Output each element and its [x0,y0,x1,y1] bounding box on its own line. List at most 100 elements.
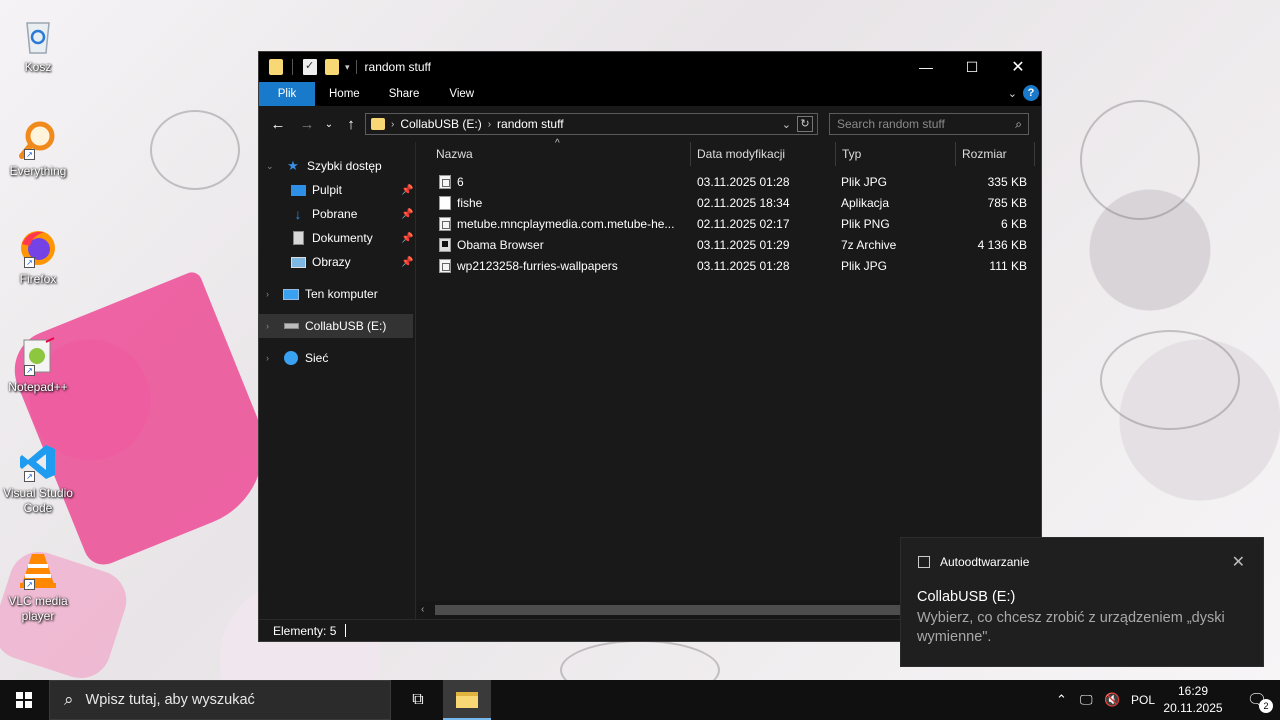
file-modified: 03.11.2025 01:28 [697,259,790,273]
quick-access-dropdown-icon[interactable]: ▾ [345,62,350,73]
desktop-icon-vlc[interactable]: ↗ VLC media player [2,548,74,624]
clock[interactable]: 16:29 20.11.2025 [1160,683,1226,717]
column-header-name[interactable]: Nazwa [430,142,690,166]
pin-icon: 📌 [401,256,414,268]
properties-icon[interactable]: ✓ [303,59,317,75]
status-divider [345,624,347,637]
volume-muted-icon[interactable]: 🔇 [1104,680,1120,720]
tree-item-this-pc[interactable]: › Ten komputer [259,282,415,306]
tree-item-label: CollabUSB (E:) [305,319,387,333]
column-header-size[interactable]: Rozmiar [956,142,1034,166]
folder-icon [371,118,385,130]
file-type: Aplikacja [841,196,890,210]
file-row[interactable]: 6 03.11.2025 01:28 Plik JPG 335 KB [417,172,1041,193]
tree-item-quick-access[interactable]: ⌄ ★ Szybki dostęp [259,154,415,178]
column-header-type[interactable]: Typ [836,142,954,166]
address-dropdown-chevron-icon[interactable]: ⌄ [782,118,791,131]
star-icon: ★ [287,158,299,173]
refresh-icon[interactable]: ↻ [797,116,813,132]
tree-item-pobrane[interactable]: ↓ Pobrane 📌 [259,202,415,226]
file-row[interactable]: Obama Browser 03.11.2025 01:29 7z Archiv… [417,235,1041,256]
taskbar-file-explorer[interactable] [443,680,491,720]
file-type: Plik JPG [841,175,888,189]
taskbar-search-box[interactable]: ⌕ Wpisz tutaj, aby wyszukać [49,680,391,720]
column-divider[interactable] [1034,142,1035,166]
navigation-bar: ← → ⌄ ↑ › CollabUSB (E:) › random stuff … [259,106,1041,142]
tab-plik[interactable]: Plik [259,82,315,106]
file-row[interactable]: wp2123258-furries-wallpapers 03.11.2025 … [417,256,1041,277]
chevron-right-icon[interactable]: › [266,321,269,331]
windows-logo-icon [16,692,32,708]
show-hidden-icons-chevron-icon[interactable]: ⌃ [1056,680,1067,720]
chevron-right-icon[interactable]: › [266,289,269,299]
pictures-icon [290,255,306,269]
autoplay-icon [918,556,930,568]
maximize-button[interactable]: ☐ [949,52,995,82]
breadcrumb-separator-icon[interactable]: › [488,119,491,130]
close-icon[interactable]: ✕ [1232,552,1245,572]
column-header-modified[interactable]: Data modyfikacji [691,142,835,166]
tree-item-network[interactable]: › Sieć [259,346,415,370]
tree-item-dokumenty[interactable]: Dokumenty 📌 [259,226,415,250]
tree-item-obrazy[interactable]: Obrazy 📌 [259,250,415,274]
tree-item-label: Dokumenty [312,231,373,245]
wallpaper-doodle [1080,100,1200,220]
search-icon: ⌕ [64,690,74,709]
back-arrow-icon[interactable]: ← [267,113,289,135]
desktop-icon-everything[interactable]: ↗ Everything [2,118,74,179]
navigation-pane: ⌄ ★ Szybki dostęp Pulpit 📌 ↓ Pobrane 📌 D… [259,142,416,619]
tree-item-label: Obrazy [312,255,351,269]
archive-file-icon [439,238,451,252]
desktop-icon-firefox[interactable]: ↗ Firefox [2,226,74,287]
desktop-icon-notepad-plus-plus[interactable]: ↗ Notepad++ [2,334,74,395]
up-arrow-icon[interactable]: ↑ [340,113,362,135]
computer-icon [283,287,299,301]
tree-item-collabusb[interactable]: › CollabUSB (E:) [259,314,413,338]
file-row[interactable]: fishe 02.11.2025 18:34 Aplikacja 785 KB [417,193,1041,214]
chevron-down-icon[interactable]: ⌄ [266,161,274,172]
chevron-right-icon[interactable]: › [266,353,269,363]
file-modified: 02.11.2025 02:17 [697,217,790,231]
file-explorer-icon [456,692,478,708]
tree-item-label: Pobrane [312,207,358,221]
desktop-icon-vscode[interactable]: ↗ Visual Studio Code [2,440,74,516]
tab-share[interactable]: Share [374,82,435,106]
close-button[interactable]: ✕ [995,52,1041,82]
help-icon[interactable]: ? [1023,85,1039,101]
quick-access-separator [292,59,293,75]
forward-arrow-icon[interactable]: → [296,113,318,135]
task-view-icon[interactable]: ⧉ [396,680,440,720]
breadcrumb-separator-icon[interactable]: › [391,119,394,130]
network-icon[interactable]: 🖵 [1080,680,1093,720]
language-indicator[interactable]: POL [1131,680,1155,720]
tab-home[interactable]: Home [315,82,374,106]
breadcrumb-usb[interactable]: CollabUSB (E:) [400,117,481,131]
address-bar[interactable]: › CollabUSB (E:) › random stuff ⌄ ↻ [365,113,818,135]
network-icon [283,351,299,365]
item-count: Elementy: 5 [273,623,337,638]
tree-item-pulpit[interactable]: Pulpit 📌 [259,178,415,202]
desktop-icon-recycle-bin[interactable]: Kosz [2,14,74,75]
tab-view[interactable]: View [434,82,489,106]
file-name: wp2123258-furries-wallpapers [457,259,618,273]
pin-icon: 📌 [401,208,414,220]
autoplay-notification[interactable]: Autoodtwarzanie ✕ CollabUSB (E:) Wybierz… [900,537,1264,667]
file-type: Plik JPG [841,259,888,273]
new-folder-icon[interactable] [325,59,339,75]
tree-item-label: Ten komputer [305,287,378,301]
file-modified: 02.11.2025 18:34 [697,196,790,210]
file-row[interactable]: metube.mncplaymedia.com.metube-he... 02.… [417,214,1041,235]
notification-center-button[interactable]: 🗨 2 [1234,680,1280,720]
minimize-button[interactable]: — [903,52,949,82]
notification-count-badge: 2 [1259,699,1273,713]
recent-locations-chevron-icon[interactable]: ⌄ [318,113,340,135]
search-input[interactable]: Search random stuff ⌕ [829,113,1029,135]
expand-ribbon-chevron-icon[interactable]: ⌄ [1008,87,1017,100]
scrollbar-thumb[interactable] [435,605,905,615]
title-separator [355,60,357,74]
window-title: random stuff [364,60,432,74]
title-bar[interactable]: ✓ ▾ random stuff — ☐ ✕ [259,52,1041,82]
scroll-left-arrow-icon[interactable]: ‹ [421,604,424,615]
breadcrumb-random-stuff[interactable]: random stuff [497,117,563,131]
start-button[interactable] [0,680,48,720]
